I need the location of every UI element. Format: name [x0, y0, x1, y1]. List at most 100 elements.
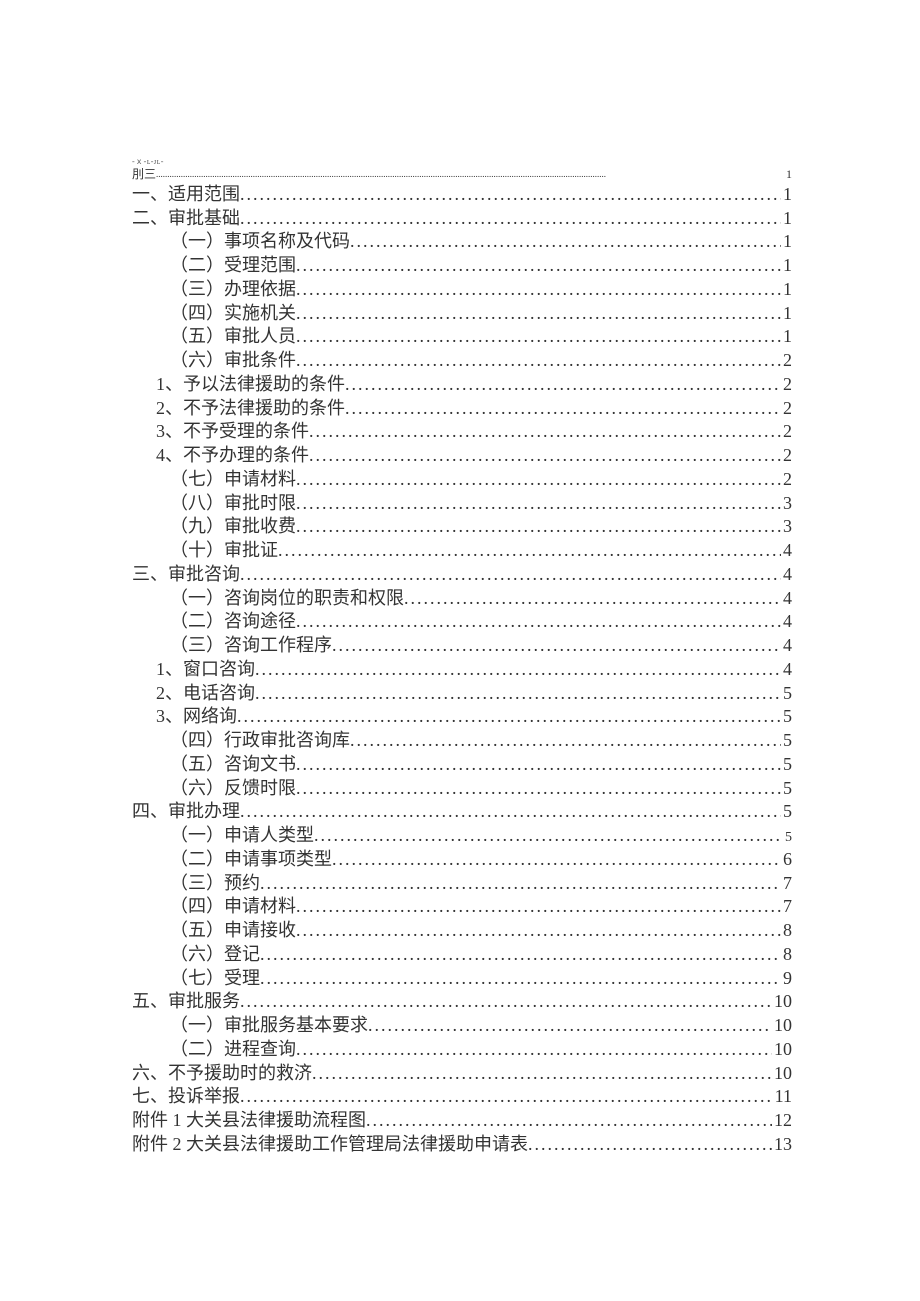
toc-leader-dots: ........................................… — [240, 183, 781, 207]
toc-entry: 1、予以法律援助的条件.............................… — [132, 373, 792, 397]
toc-entry-page: 5 — [781, 705, 792, 729]
toc-entry-page: 2 — [781, 420, 792, 444]
toc-entry: （一）申请人类型 ...............................… — [132, 824, 792, 848]
toc-entry: （五）申请接收.................................… — [132, 919, 792, 943]
toc-entry-label: （一）事项名称及代码 — [170, 230, 350, 254]
toc-entry: 二、审批基础..................................… — [132, 207, 792, 231]
toc-entry: 附件 1 大关县法律援助流程图.........................… — [132, 1109, 792, 1133]
toc-entry: 四、审批办理..................................… — [132, 800, 792, 824]
toc-entry-label: 3、不予受理的条件 — [156, 420, 309, 444]
toc-entry-label: 刖三 — [132, 166, 156, 183]
toc-entry: 2、电话咨询..................................… — [132, 682, 792, 706]
toc-entry-page: 12 — [772, 1109, 792, 1133]
toc-leader-dots: ........................................… — [240, 207, 781, 231]
toc-entry: （二）申请事项类型...............................… — [132, 848, 792, 872]
toc-entry-page: 10 — [772, 1062, 792, 1086]
toc-entry-page: 9 — [781, 967, 792, 991]
toc-entry: （四）申请材料.................................… — [132, 895, 792, 919]
toc-leader-dots: ........................................… — [404, 587, 781, 611]
toc-entry-page: 5 — [781, 800, 792, 824]
toc-entry: （一）审批服务基本要求.............................… — [132, 1014, 792, 1038]
toc-leader-dots: ........................................… — [345, 373, 781, 397]
toc-entry: 附件 2 大关县法律援助工作管理局法律援助申请表................… — [132, 1133, 792, 1157]
toc-entry: （三）预约...................................… — [132, 872, 792, 896]
toc-entry-page: 5 — [781, 753, 792, 777]
toc-entry-label: （一）申请人类型 — [170, 824, 314, 848]
toc-entry-label: （四）申请材料 — [170, 895, 296, 919]
toc-leader-dots: ........................................… — [296, 468, 781, 492]
toc-entry-label: 六、不予援助时的救济 — [132, 1062, 312, 1086]
toc-entry-label: 五、审批服务 — [132, 990, 240, 1014]
toc-entry-page: 5 — [781, 682, 792, 706]
toc-entry: 一、适用范围..................................… — [132, 183, 792, 207]
toc-entry-page: 2 — [781, 444, 792, 468]
toc-entry-label: （六）登记 — [170, 943, 260, 967]
table-of-contents: 刖三......................................… — [132, 166, 792, 1157]
toc-leader-dots: ........................................… — [240, 1085, 773, 1109]
toc-entry-page: 10 — [772, 1014, 792, 1038]
toc-leader-dots: ........................................… — [260, 872, 781, 896]
toc-entry-label: 4、不予办理的条件 — [156, 444, 309, 468]
toc-entry-label: （二）受理范围 — [170, 254, 296, 278]
toc-entry: 三、审批咨询..................................… — [132, 563, 792, 587]
toc-entry-page: 1 — [781, 302, 792, 326]
toc-entry-label: （九）审批收费 — [170, 515, 296, 539]
toc-entry: （八）审批时限.................................… — [132, 492, 792, 516]
toc-entry-page: 5 — [781, 729, 792, 753]
toc-leader-dots: ........................................… — [240, 563, 781, 587]
toc-entry-page: 4 — [781, 539, 792, 563]
toc-entry-label: 1、窗口咨询 — [156, 658, 255, 682]
toc-entry-page: 1 — [781, 230, 792, 254]
toc-leader-dots: ........................................… — [237, 705, 781, 729]
toc-entry-page: 4 — [781, 634, 792, 658]
toc-entry: （七）申请材料.................................… — [132, 468, 792, 492]
toc-entry-page: 4 — [781, 658, 792, 682]
pre-header-text: -ｘ-ʟ-ᴊʟ- — [132, 158, 792, 166]
toc-leader-dots: ........................................… — [366, 1109, 772, 1133]
toc-entry: （五）咨询文书.................................… — [132, 753, 792, 777]
toc-entry-page: 5 — [783, 829, 792, 847]
toc-entry: （六）登记...................................… — [132, 943, 792, 967]
toc-entry-page: 7 — [781, 872, 792, 896]
toc-entry-page: 3 — [781, 515, 792, 539]
toc-entry-label: 七、投诉举报 — [132, 1085, 240, 1109]
toc-leader-dots: ........................................… — [296, 919, 781, 943]
toc-entry-label: （六）审批条件 — [170, 349, 296, 373]
toc-entry-page: 1 — [784, 166, 792, 183]
toc-entry-page: 11 — [773, 1085, 792, 1109]
toc-entry: 七、投诉举报..................................… — [132, 1085, 792, 1109]
toc-leader-dots: ........................................… — [296, 1038, 772, 1062]
toc-leader-dots: ........................................… — [528, 1133, 772, 1157]
toc-entry-label: （三）办理依据 — [170, 278, 296, 302]
toc-leader-dots: ........................................… — [260, 943, 781, 967]
toc-entry: （四）实施机关.................................… — [132, 302, 792, 326]
toc-entry: （二）进程查询.................................… — [132, 1038, 792, 1062]
toc-entry-label: （二）咨询途径 — [170, 610, 296, 634]
toc-entry: （二）咨询途径.................................… — [132, 610, 792, 634]
toc-entry-label: 1、予以法律援助的条件 — [156, 373, 345, 397]
toc-entry-label: （七）申请材料 — [170, 468, 296, 492]
toc-entry-label: （五）审批人员 — [170, 325, 296, 349]
toc-entry-page: 6 — [781, 848, 792, 872]
toc-leader-dots: ........................................… — [255, 658, 781, 682]
toc-entry: 4、不予办理的条件...............................… — [132, 444, 792, 468]
toc-entry-page: 4 — [781, 563, 792, 587]
toc-entry: （一）事项名称及代码..............................… — [132, 230, 792, 254]
toc-entry-label: （四）行政审批咨询库 — [170, 729, 350, 753]
toc-entry-label: 3、网络询 — [156, 705, 237, 729]
toc-entry: （一）咨询岗位的职责和权限...........................… — [132, 587, 792, 611]
toc-entry-label: （五）申请接收 — [170, 919, 296, 943]
toc-entry-label: 附件 1 大关县法律援助流程图 — [132, 1109, 366, 1133]
toc-entry-page: 1 — [781, 207, 792, 231]
toc-leader-dots: ........................................… — [240, 990, 772, 1014]
toc-entry-label: 三、审批咨询 — [132, 563, 240, 587]
toc-entry-page: 8 — [781, 943, 792, 967]
toc-leader-dots: ........................................… — [309, 420, 781, 444]
toc-entry-label: （五）咨询文书 — [170, 753, 296, 777]
toc-entry-label: （七）受理 — [170, 967, 260, 991]
toc-leader-dots: ........................................… — [296, 753, 781, 777]
toc-leader-dots: ........................................… — [296, 325, 781, 349]
toc-leader-dots: ........................................… — [296, 254, 781, 278]
toc-leader-dots: ........................................… — [332, 848, 781, 872]
toc-entry-label: （十）审批证 — [170, 539, 278, 563]
